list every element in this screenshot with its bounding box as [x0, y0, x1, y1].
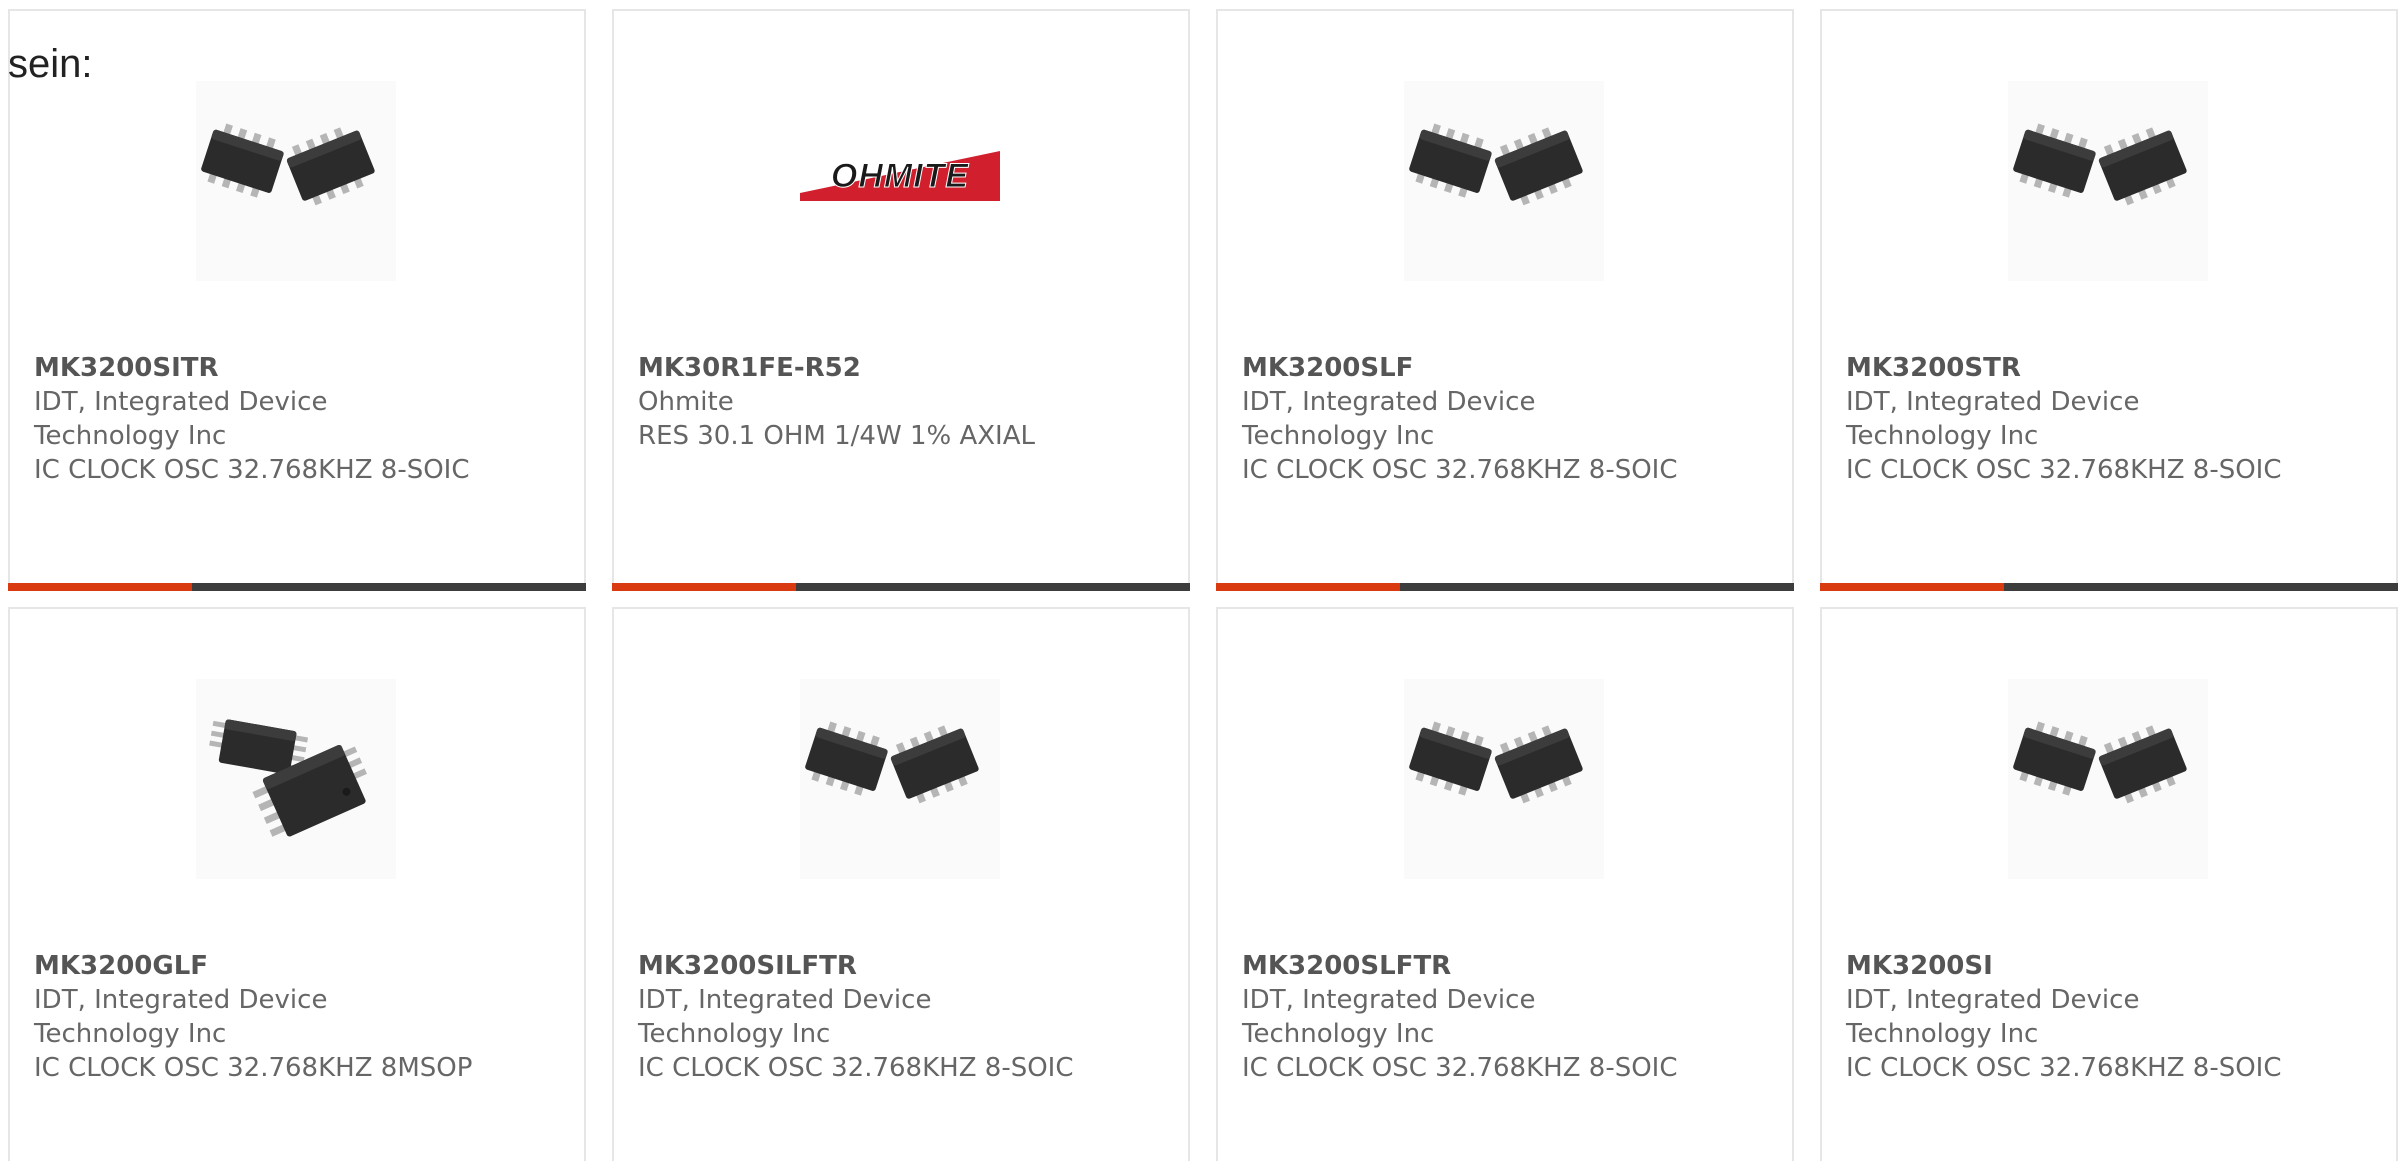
ohmite-logo: OHMITE [800, 81, 1000, 281]
product-info: MK3200SLF IDT, Integrated Device Technol… [1242, 351, 1768, 487]
card-bottom-bar [612, 583, 1190, 591]
part-number[interactable]: MK3200SILFTR [638, 949, 1164, 983]
description: RES 30.1 OHM 1/4W 1% AXIAL [638, 421, 1035, 451]
svg-text:OHMITE: OHMITE [831, 157, 970, 195]
product-info: MK30R1FE-R52 Ohmite RES 30.1 OHM 1/4W 1%… [638, 351, 1164, 453]
description: IC CLOCK OSC 32.768KHZ 8-SOIC [1846, 455, 2282, 485]
product-info: MK3200SILFTR IDT, Integrated Device Tech… [638, 949, 1164, 1085]
part-number[interactable]: MK3200SI [1846, 949, 2372, 983]
part-number[interactable]: MK3200GLF [34, 949, 560, 983]
manufacturer: Ohmite [638, 387, 734, 417]
card-bottom-bar [8, 583, 586, 591]
product-card[interactable]: MK3200SI IDT, Integrated Device Technolo… [1820, 607, 2398, 1161]
soic-8-chip-pair-icon [196, 81, 396, 281]
part-number[interactable]: MK3200SLF [1242, 351, 1768, 385]
part-number[interactable]: MK3200SITR [34, 351, 560, 385]
intro-text: sein: [8, 42, 93, 86]
product-card[interactable]: MK3200SITR IDT, Integrated Device Techno… [8, 9, 586, 591]
soic-8-chip-pair-icon [1404, 81, 1604, 281]
part-number[interactable]: MK3200STR [1846, 351, 2372, 385]
manufacturer: IDT, Integrated Device Technology Inc [1242, 387, 1536, 451]
manufacturer: IDT, Integrated Device Technology Inc [638, 985, 932, 1049]
product-card[interactable]: MK3200SILFTR IDT, Integrated Device Tech… [612, 607, 1190, 1161]
product-card[interactable]: MK3200SLFTR IDT, Integrated Device Techn… [1216, 607, 1794, 1161]
product-card[interactable]: MK3200GLF IDT, Integrated Device Technol… [8, 607, 586, 1161]
msop-8-chip-pair-icon [196, 679, 396, 879]
soic-8-chip-pair-icon [2008, 81, 2208, 281]
product-info: MK3200SLFTR IDT, Integrated Device Techn… [1242, 949, 1768, 1085]
product-card[interactable]: MK3200SLF IDT, Integrated Device Technol… [1216, 9, 1794, 591]
card-bar-accent [1216, 583, 1400, 591]
card-bottom-bar [1820, 583, 2398, 591]
product-info: MK3200SITR IDT, Integrated Device Techno… [34, 351, 560, 487]
product-info: MK3200SI IDT, Integrated Device Technolo… [1846, 949, 2372, 1085]
manufacturer: IDT, Integrated Device Technology Inc [34, 387, 328, 451]
card-bar-accent [612, 583, 796, 591]
description: IC CLOCK OSC 32.768KHZ 8-SOIC [1846, 1053, 2282, 1083]
manufacturer: IDT, Integrated Device Technology Inc [1242, 985, 1536, 1049]
description: IC CLOCK OSC 32.768KHZ 8MSOP [34, 1053, 473, 1083]
card-bottom-bar [1216, 583, 1794, 591]
soic-8-chip-pair-icon [800, 679, 1000, 879]
card-bar-accent [8, 583, 192, 591]
product-card[interactable]: MK3200STR IDT, Integrated Device Technol… [1820, 9, 2398, 591]
soic-8-chip-pair-icon [1404, 679, 1604, 879]
card-bar-accent [1820, 583, 2004, 591]
manufacturer: IDT, Integrated Device Technology Inc [1846, 985, 2140, 1049]
product-card[interactable]: OHMITE MK30R1FE-R52 Ohmite RES 30.1 OHM … [612, 9, 1190, 591]
description: IC CLOCK OSC 32.768KHZ 8-SOIC [34, 455, 470, 485]
description: IC CLOCK OSC 32.768KHZ 8-SOIC [638, 1053, 1074, 1083]
soic-8-chip-pair-icon [2008, 679, 2208, 879]
part-number[interactable]: MK3200SLFTR [1242, 949, 1768, 983]
product-grid: MK3200SITR IDT, Integrated Device Techno… [8, 9, 2400, 1161]
product-info: MK3200STR IDT, Integrated Device Technol… [1846, 351, 2372, 487]
part-number[interactable]: MK30R1FE-R52 [638, 351, 1164, 385]
manufacturer: IDT, Integrated Device Technology Inc [1846, 387, 2140, 451]
manufacturer: IDT, Integrated Device Technology Inc [34, 985, 328, 1049]
product-info: MK3200GLF IDT, Integrated Device Technol… [34, 949, 560, 1085]
description: IC CLOCK OSC 32.768KHZ 8-SOIC [1242, 1053, 1678, 1083]
description: IC CLOCK OSC 32.768KHZ 8-SOIC [1242, 455, 1678, 485]
product-listing-page: sein: MK3200SITR IDT, Integrated Device … [0, 0, 2400, 1161]
